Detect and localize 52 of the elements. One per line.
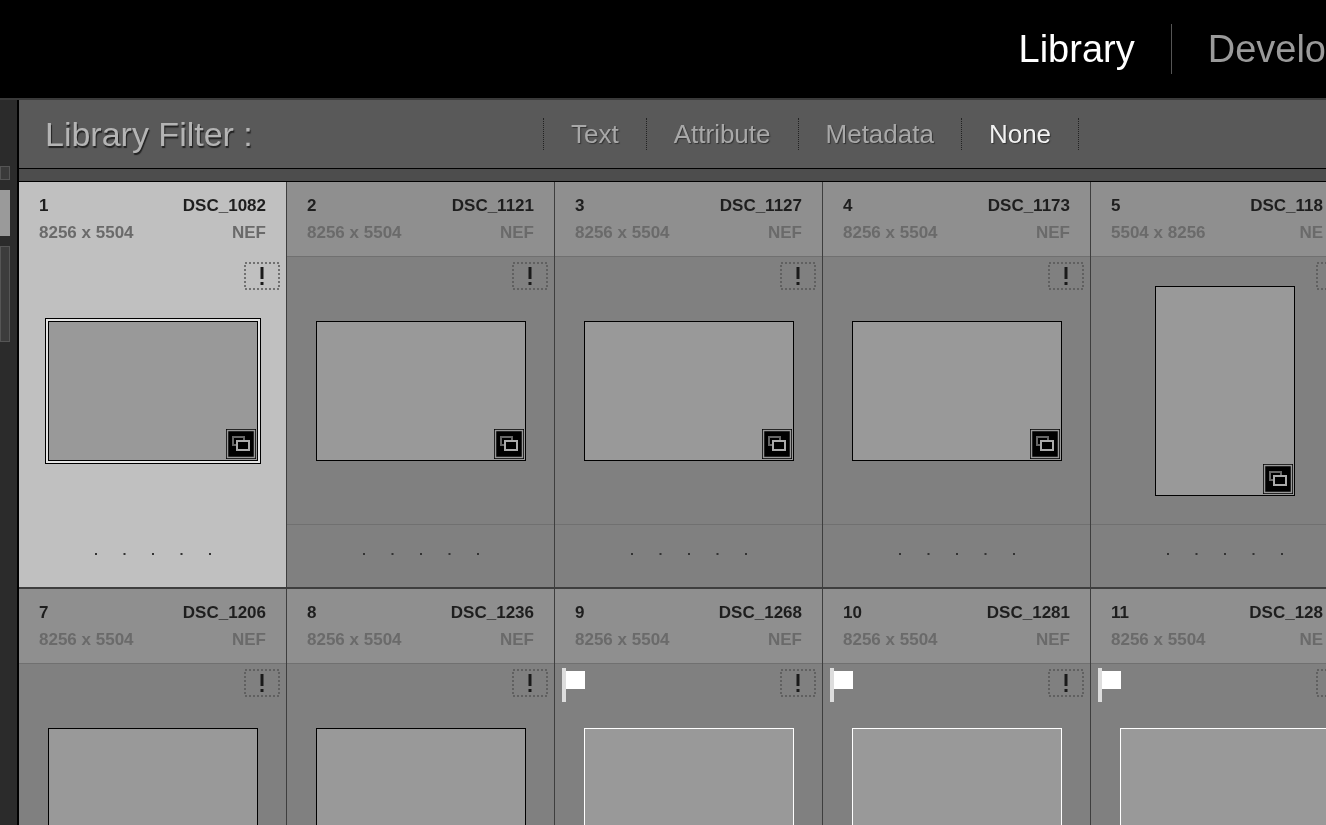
thumbnail-placeholder[interactable] — [315, 320, 526, 461]
filter-option[interactable]: Attribute — [646, 114, 798, 154]
stack-icon[interactable] — [225, 428, 256, 459]
warning-icon[interactable] — [244, 669, 280, 697]
thumbnail-placeholder[interactable] — [583, 320, 794, 461]
warning-icon[interactable] — [1048, 262, 1084, 290]
stack-icon[interactable] — [1262, 463, 1293, 494]
filter-title: Library Filter : — [45, 114, 253, 153]
file-name: DSC_1206 — [182, 602, 266, 624]
file-name: DSC_1082 — [182, 195, 266, 217]
stack-icon[interactable] — [761, 428, 792, 459]
image-dimensions: 8256 x 5504 — [39, 222, 134, 244]
photo-index: 9 — [575, 602, 585, 624]
photo-index: 10 — [843, 602, 862, 624]
photo-index: 4 — [843, 195, 853, 217]
stack-icon[interactable] — [1029, 428, 1060, 459]
warning-icon[interactable] — [780, 669, 816, 697]
module-tab[interactable]: Library — [1018, 20, 1135, 78]
flag-icon[interactable] — [830, 668, 854, 702]
warning-icon[interactable] — [512, 669, 548, 697]
photo-index: 11 — [1111, 602, 1129, 624]
photo-index: 7 — [39, 602, 49, 624]
file-name: DSC_1268 — [718, 602, 802, 624]
warning-icon[interactable] — [244, 262, 280, 290]
module-tab[interactable]: Develo — [1207, 20, 1326, 78]
file-name: DSC_128 — [1249, 602, 1323, 624]
photo-index: 8 — [307, 602, 317, 624]
warning-icon[interactable] — [780, 262, 816, 290]
filter-option[interactable]: None — [961, 114, 1079, 154]
file-name: DSC_1281 — [986, 602, 1070, 624]
file-name: DSC_118 — [1250, 195, 1323, 217]
thumbnail-placeholder[interactable] — [315, 727, 526, 825]
thumbnail-placeholder[interactable] — [851, 320, 1062, 461]
warning-icon[interactable] — [512, 262, 548, 290]
flag-icon[interactable] — [562, 668, 586, 702]
filter-option[interactable]: Metadata — [798, 114, 961, 154]
photo-index: 1 — [39, 195, 49, 217]
flag-icon[interactable] — [1098, 668, 1122, 702]
file-name: DSC_1121 — [451, 195, 534, 217]
thumbnail-placeholder[interactable] — [47, 727, 258, 825]
stack-icon[interactable] — [493, 428, 524, 459]
photo-index: 2 — [307, 195, 317, 217]
file-name: DSC_1173 — [987, 195, 1070, 217]
photo-cell[interactable]: 1 DSC_1082 8256 x 5504 NEF — [19, 182, 286, 587]
photo-index: 5 — [1111, 195, 1121, 217]
file-name: DSC_1127 — [719, 195, 802, 217]
photo-index: 3 — [575, 195, 585, 217]
thumbnail-placeholder[interactable] — [1154, 285, 1295, 496]
filter-option[interactable]: Text — [544, 114, 646, 154]
file-format: NEF — [232, 222, 266, 244]
file-name: DSC_1236 — [450, 602, 534, 624]
warning-icon[interactable] — [1048, 669, 1084, 697]
